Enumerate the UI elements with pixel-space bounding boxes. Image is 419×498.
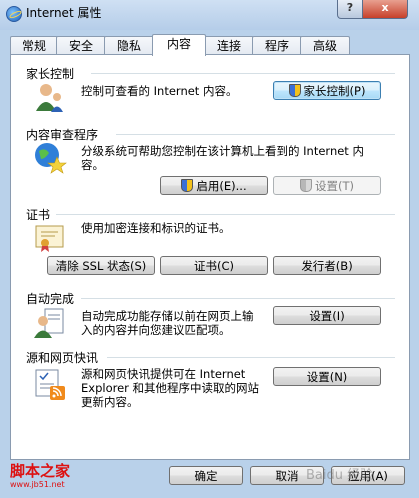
window-title: Internet 属性 <box>26 6 102 20</box>
certificate-icon <box>35 225 64 252</box>
group-title-certificates: 证书 <box>26 208 51 222</box>
publishers-button[interactable]: 发行者(B) <box>273 256 381 275</box>
tab-content[interactable]: 内容 <box>152 34 206 56</box>
tab-connections[interactable]: 连接 <box>204 36 254 55</box>
tab-programs[interactable]: 程序 <box>252 36 302 55</box>
tab-advanced[interactable]: 高级 <box>300 36 350 55</box>
parental-description: 控制可查看的 Internet 内容。 <box>81 84 238 98</box>
content-tab-panel: 家长控制 控制可查看的 Internet 内容。 家长控制(P) 内容审查程序 … <box>10 54 410 460</box>
button-label: 设置(T) <box>315 179 354 193</box>
enable-button[interactable]: 启用(E)... <box>160 176 268 195</box>
uac-shield-icon <box>300 179 312 192</box>
button-label: 家长控制(P) <box>303 84 366 98</box>
help-button[interactable]: ? <box>337 0 363 19</box>
autocomplete-icon <box>34 308 64 338</box>
divider <box>107 357 395 358</box>
tab-strip: 常规 安全 隐私 内容 连接 程序 高级 <box>10 34 410 56</box>
group-title-autocomplete: 自动完成 <box>26 292 75 306</box>
ok-button[interactable]: 确定 <box>169 466 243 485</box>
globe-star-icon <box>35 143 67 174</box>
divider <box>56 214 395 215</box>
tab-general[interactable]: 常规 <box>10 36 58 55</box>
certificates-description: 使用加密连接和标识的证书。 <box>81 221 231 235</box>
certificates-button[interactable]: 证书(C) <box>160 256 268 275</box>
group-title-parental: 家长控制 <box>26 67 75 81</box>
title-bar: Internet 属性 ? x <box>0 0 419 30</box>
divider <box>116 134 395 135</box>
divider <box>81 298 395 299</box>
parental-control-icon <box>36 84 63 112</box>
tab-security[interactable]: 安全 <box>56 36 106 55</box>
watermark-jb51: 脚本之家 <box>10 462 71 480</box>
parental-controls-button[interactable]: 家长控制(P) <box>273 81 381 100</box>
feeds-description: 源和网页快讯提供可在 Internet Explorer 和其他程序中读取的网站… <box>81 367 260 409</box>
internet-explorer-icon <box>6 6 22 22</box>
advisor-settings-button[interactable]: 设置(T) <box>273 176 381 195</box>
uac-shield-icon <box>288 84 301 97</box>
feeds-icon <box>35 369 65 400</box>
clear-ssl-state-button[interactable]: 清除 SSL 状态(S) <box>47 256 155 275</box>
close-button[interactable]: x <box>362 0 408 19</box>
watermark-jb51-url: www.jb51.net <box>10 480 65 489</box>
watermark-baidu: Baidu 经验 <box>306 468 374 483</box>
button-label: 启用(E)... <box>196 179 247 193</box>
tab-privacy[interactable]: 隐私 <box>104 36 154 55</box>
group-title-feeds: 源和网页快讯 <box>26 351 99 365</box>
advisor-description: 分级系统可帮助您控制在该计算机上看到的 Internet 内 容。 <box>81 144 364 172</box>
autocomplete-description: 自动完成功能存储以前在网页上输 入的内容并向您建议匹配项。 <box>81 309 254 337</box>
feeds-settings-button[interactable]: 设置(N) <box>273 367 381 386</box>
uac-shield-icon <box>181 179 194 192</box>
divider <box>91 73 395 74</box>
autocomplete-settings-button[interactable]: 设置(I) <box>273 306 381 325</box>
